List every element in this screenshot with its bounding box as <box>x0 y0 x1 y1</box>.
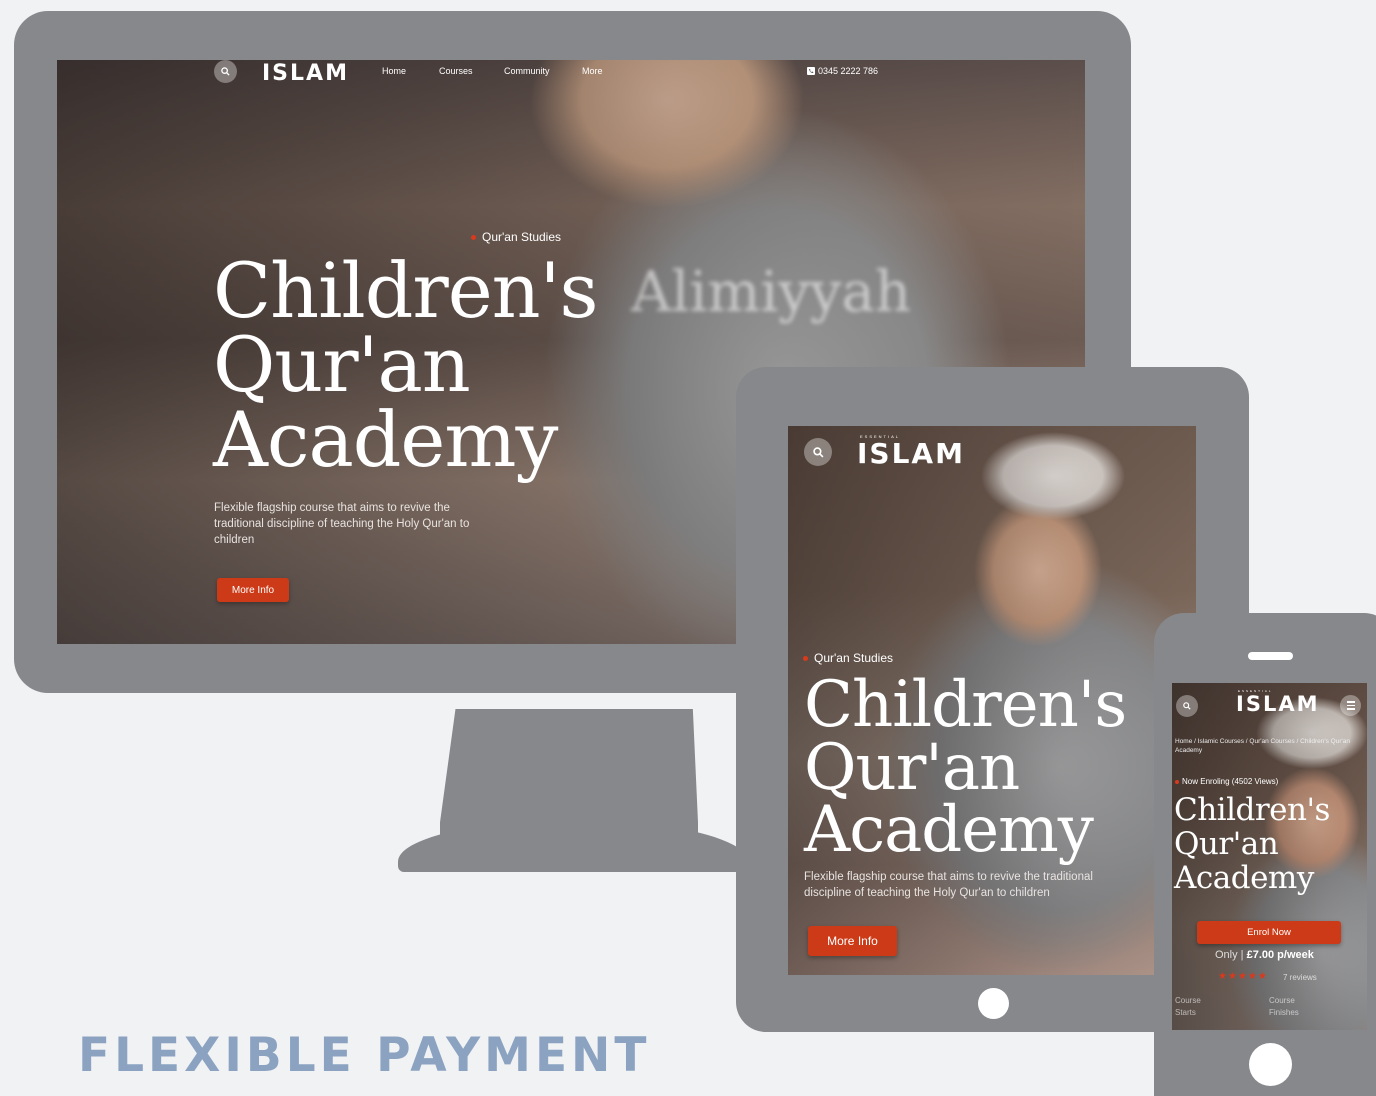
phone-search-icon[interactable] <box>1176 695 1198 717</box>
watermark-text: Alimiyyah <box>631 260 911 325</box>
tablet-course-tag: Qur'an Studies <box>803 651 893 665</box>
phone-enrol-tag: Now Enroling (4502 Views) <box>1175 777 1278 786</box>
nav-home[interactable]: Home <box>382 66 406 76</box>
price-text: Only | £7.00 p/week <box>1215 949 1314 961</box>
tablet-hero-description: Flexible flagship course that aims to re… <box>804 871 1093 900</box>
tablet-tag-dot <box>803 655 808 661</box>
phone-speaker <box>1248 652 1293 660</box>
nav-community[interactable]: Community <box>504 66 550 76</box>
more-info-button[interactable]: More Info <box>217 578 289 602</box>
phone-screen: ESSENTIAL ISLAM Home / Islamic Courses /… <box>1172 683 1367 1030</box>
reviews-count[interactable]: 7 reviews <box>1283 973 1317 982</box>
nav-courses[interactable]: Courses <box>439 66 473 76</box>
phone-site-logo[interactable]: ISLAM <box>1236 692 1319 716</box>
hamburger-menu-icon[interactable] <box>1340 695 1361 716</box>
phone-home-button[interactable] <box>1249 1043 1292 1086</box>
course-tag: Qur'an Studies <box>471 230 561 244</box>
flexible-payment-tagline: FLEXIBLE PAYMENT <box>78 1028 651 1083</box>
search-icon[interactable] <box>214 60 237 83</box>
breadcrumb[interactable]: Home / Islamic Courses / Qur'an Courses … <box>1175 737 1360 756</box>
tablet-search-icon[interactable] <box>804 438 832 466</box>
hero-headline: Children's Qur'an Academy <box>213 246 599 484</box>
tag-dot <box>471 234 476 240</box>
rating-stars: ★★★★★ <box>1218 971 1268 982</box>
tablet-screen: ESSENTIAL ISLAM Qur'an Studies Children'… <box>788 426 1196 975</box>
nav-more[interactable]: More <box>582 66 603 76</box>
tablet-home-button[interactable] <box>978 988 1009 1019</box>
course-finishes-label: Course Finishes <box>1269 996 1299 1017</box>
phone-tag-dot <box>1175 779 1179 784</box>
hero-description: Flexible flagship course that aims to re… <box>214 502 470 547</box>
enrol-now-button[interactable]: Enrol Now <box>1197 921 1341 944</box>
phone-number[interactable]: 0345 2222 786 <box>807 66 878 76</box>
site-logo[interactable]: ISLAM <box>262 61 349 86</box>
course-starts-label: Course Starts <box>1175 996 1201 1017</box>
tablet-more-info-button[interactable]: More Info <box>808 926 897 956</box>
phone-icon <box>807 67 815 75</box>
tablet-site-logo[interactable]: ISLAM <box>857 437 965 470</box>
tablet-hero-headline: Children's Qur'an Academy <box>804 668 1127 868</box>
phone-hero-headline: Children's Qur'an Academy <box>1174 792 1330 897</box>
